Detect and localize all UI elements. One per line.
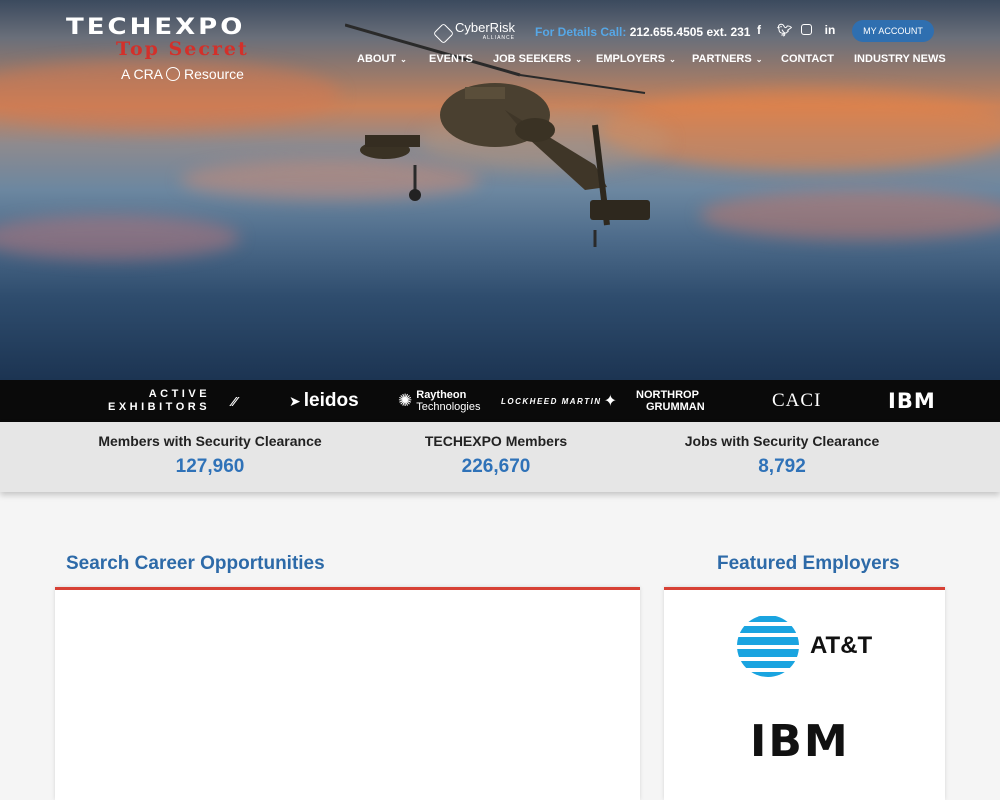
hero-banner: TECHEXPO Top Secret A CRA Resource Cyber…	[0, 0, 1000, 380]
nav-job-seekers[interactable]: JOB SEEKERS ⌄	[493, 53, 582, 65]
cra-emblem-icon	[166, 67, 181, 81]
search-careers-title: Search Career Opportunities	[66, 553, 325, 574]
twitter-icon[interactable]: 🐦︎	[777, 23, 792, 37]
exhibitor-logo-northrop[interactable]: NORTHROP GRUMMAN	[636, 380, 705, 422]
chevron-down-icon: ⌄	[400, 54, 407, 64]
nav-about[interactable]: ABOUT ⌄	[357, 53, 407, 65]
exhibitor-logo-leidos[interactable]: ➤ leidos	[289, 380, 359, 422]
facebook-icon[interactable]: f	[753, 23, 765, 37]
my-account-button[interactable]: MY ACCOUNT	[852, 20, 934, 42]
chevron-down-icon: ⌄	[669, 54, 676, 64]
raytheon-burst-icon: ✺	[398, 391, 413, 410]
stat-techexpo-members: TECHEXPO Members 226,670	[424, 433, 568, 477]
active-exhibitors-label: ACTIVE EXHIBITORS	[108, 388, 211, 413]
nav-industry-news[interactable]: INDUSTRY NEWS	[854, 53, 946, 65]
featured-employer-att[interactable]: AT&T	[736, 614, 872, 678]
exhibitor-logo-ibm[interactable]: IBM	[888, 380, 936, 422]
exhibitor-logo-lockheed[interactable]: LOCKHEED MARTIN ✦	[501, 380, 617, 422]
leidos-arrow-icon: ➤	[289, 392, 301, 409]
lockheed-star-icon: ✦	[603, 393, 617, 410]
nav-contact[interactable]: CONTACT	[781, 53, 834, 65]
exhibitor-logo-caci[interactable]: CACI	[772, 380, 821, 422]
att-globe-icon	[737, 615, 799, 677]
featured-employers-title: Featured Employers	[717, 553, 900, 574]
stat-clearance-jobs: Jobs with Security Clearance 8,792	[684, 433, 880, 477]
logo-cra: A CRA Resource	[121, 66, 244, 82]
nav-events[interactable]: EVENTS	[429, 53, 473, 65]
cyberrisk-logo[interactable]: CyberRisk ALLIANCE	[432, 21, 515, 44]
logo-tagline: Top Secret	[116, 38, 249, 60]
featured-employer-ibm[interactable]: IBM	[750, 716, 850, 767]
instagram-icon[interactable]	[801, 24, 812, 35]
exhibitor-logo-ge[interactable]: ⁄⁄	[232, 380, 236, 422]
linkedin-icon[interactable]: in	[824, 23, 836, 37]
stat-clearance-members: Members with Security Clearance 127,960	[98, 433, 322, 477]
contact-phone: For Details Call: 212.655.4505 ext. 231	[535, 25, 751, 39]
nav-employers[interactable]: EMPLOYERS ⌄	[596, 53, 676, 65]
logo-wordmark: TECHEXPO	[66, 14, 246, 40]
chevron-down-icon: ⌄	[575, 54, 582, 64]
stats-bar: Members with Security Clearance 127,960 …	[0, 422, 1000, 492]
search-panel	[55, 587, 640, 800]
featured-employers-panel: AT&T IBM	[664, 587, 945, 800]
techexpo-logo[interactable]: TECHEXPO Top Secret A CRA Resource	[66, 12, 306, 82]
nav-partners[interactable]: PARTNERS ⌄	[692, 53, 762, 65]
cyberrisk-emblem-icon	[432, 22, 455, 44]
social-links: f 🐦︎ in	[753, 23, 836, 37]
exhibitor-logo-raytheon[interactable]: ✺ Raytheon Technologies	[398, 380, 480, 422]
chevron-down-icon: ⌄	[755, 54, 763, 64]
ge-mark-icon: ⁄⁄	[232, 393, 237, 409]
